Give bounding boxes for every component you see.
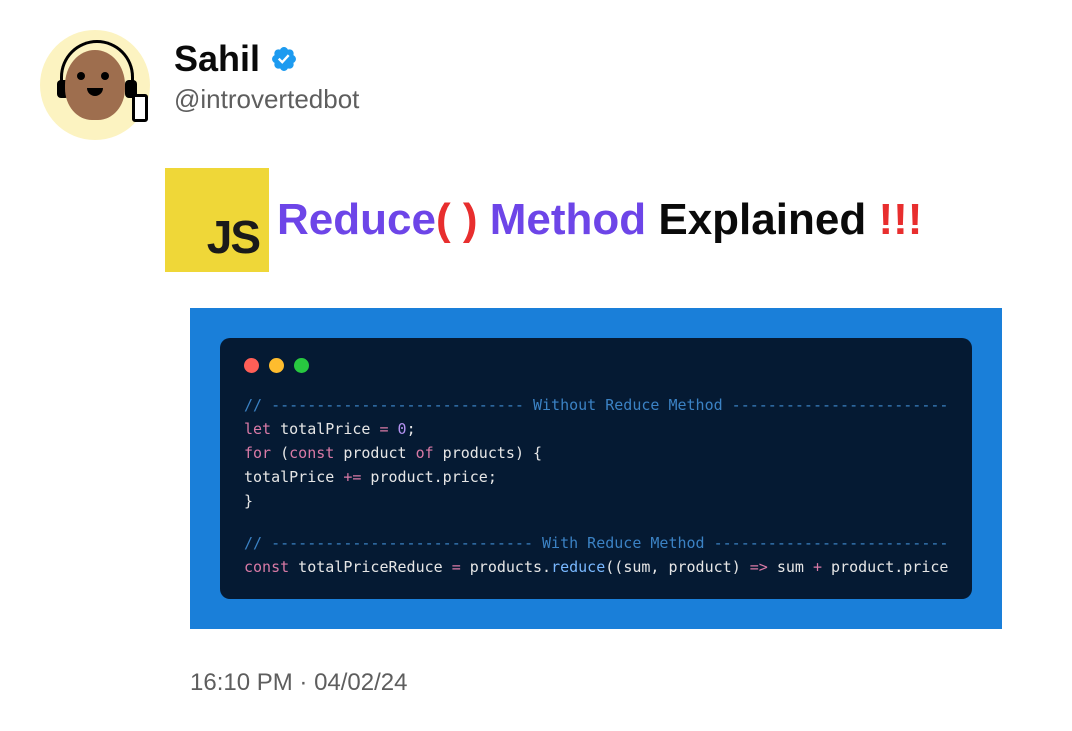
post-timestamp: 16:10 PM · 04/02/24: [190, 669, 1032, 697]
js-badge-icon: JS: [165, 168, 269, 272]
title-reduce: Reduce: [277, 195, 436, 244]
avatar[interactable]: [40, 30, 150, 140]
code-token: sum, product: [623, 558, 731, 576]
code-token: =>: [750, 558, 768, 576]
code-token: const: [244, 558, 289, 576]
code-token: }: [244, 492, 253, 510]
code-content: // ---------------------------- Without …: [244, 393, 948, 579]
code-token: totalPriceReduce: [289, 558, 452, 576]
code-token: totalPrice: [244, 468, 343, 486]
code-token: ;: [407, 420, 416, 438]
code-line: }: [244, 489, 948, 513]
code-token: ): [732, 558, 750, 576]
code-comment: // ----------------------------: [244, 396, 533, 414]
code-token: const: [289, 444, 334, 462]
code-token: +=: [343, 468, 361, 486]
code-snippet-card: // ---------------------------- Without …: [190, 308, 1002, 629]
title-explained: Explained: [646, 195, 878, 244]
username-row: Sahil: [174, 38, 359, 80]
title-paren-space: [451, 195, 463, 244]
title-paren-close: ): [463, 195, 478, 244]
code-token: of: [416, 444, 434, 462]
code-token: ) {: [515, 444, 542, 462]
code-token: totalPrice: [271, 420, 379, 438]
code-token: product.price,: [822, 558, 948, 576]
code-comment: ----------------------------- //: [705, 534, 948, 552]
post-header: Sahil @introvertedbot: [40, 30, 1032, 140]
timestamp-separator: ·: [293, 669, 314, 696]
code-comment: With Reduce Method: [542, 534, 705, 552]
code-line: for (const product of products) {: [244, 441, 948, 465]
code-token: +: [813, 558, 822, 576]
code-token: =: [379, 420, 388, 438]
code-line: totalPrice += product.price;: [244, 465, 948, 489]
window-close-icon: [244, 358, 259, 373]
code-line: // ---------------------------- Without …: [244, 393, 948, 417]
code-token: reduce: [551, 558, 605, 576]
verified-icon: [270, 45, 298, 73]
code-token: product: [334, 444, 415, 462]
window-minimize-icon: [269, 358, 284, 373]
title-exclaim: !!!: [878, 195, 922, 244]
code-spacer: [244, 513, 948, 531]
code-token: =: [452, 558, 461, 576]
avatar-device: [132, 94, 148, 122]
code-token: (: [271, 444, 289, 462]
window-controls: [244, 358, 948, 373]
code-token: for: [244, 444, 271, 462]
title-method: Method: [478, 195, 647, 244]
code-token: products: [434, 444, 515, 462]
code-token: ((: [605, 558, 623, 576]
user-handle[interactable]: @introvertedbot: [174, 84, 359, 115]
code-token: 0: [389, 420, 407, 438]
code-token: products.: [461, 558, 551, 576]
code-token: product.price;: [361, 468, 496, 486]
post-date: 04/02/24: [314, 669, 407, 696]
code-comment: Without Reduce Method: [533, 396, 723, 414]
code-line: // ----------------------------- With Re…: [244, 531, 948, 555]
user-info: Sahil @introvertedbot: [174, 30, 359, 115]
avatar-face: [65, 50, 125, 120]
code-token: let: [244, 420, 271, 438]
post-time: 16:10 PM: [190, 669, 293, 696]
user-name[interactable]: Sahil: [174, 38, 260, 80]
code-line: let totalPrice = 0;: [244, 417, 948, 441]
window-maximize-icon: [294, 358, 309, 373]
title-paren-open: (: [436, 195, 451, 244]
code-comment: --------------------------- //: [723, 396, 948, 414]
code-comment: // -----------------------------: [244, 534, 542, 552]
code-line: const totalPriceReduce = products.reduce…: [244, 555, 948, 579]
code-window: // ---------------------------- Without …: [220, 338, 972, 599]
title-text: Reduce( ) Method Explained !!!: [277, 195, 922, 245]
code-token: sum: [768, 558, 813, 576]
post-title: JS Reduce( ) Method Explained !!!: [165, 168, 1032, 272]
